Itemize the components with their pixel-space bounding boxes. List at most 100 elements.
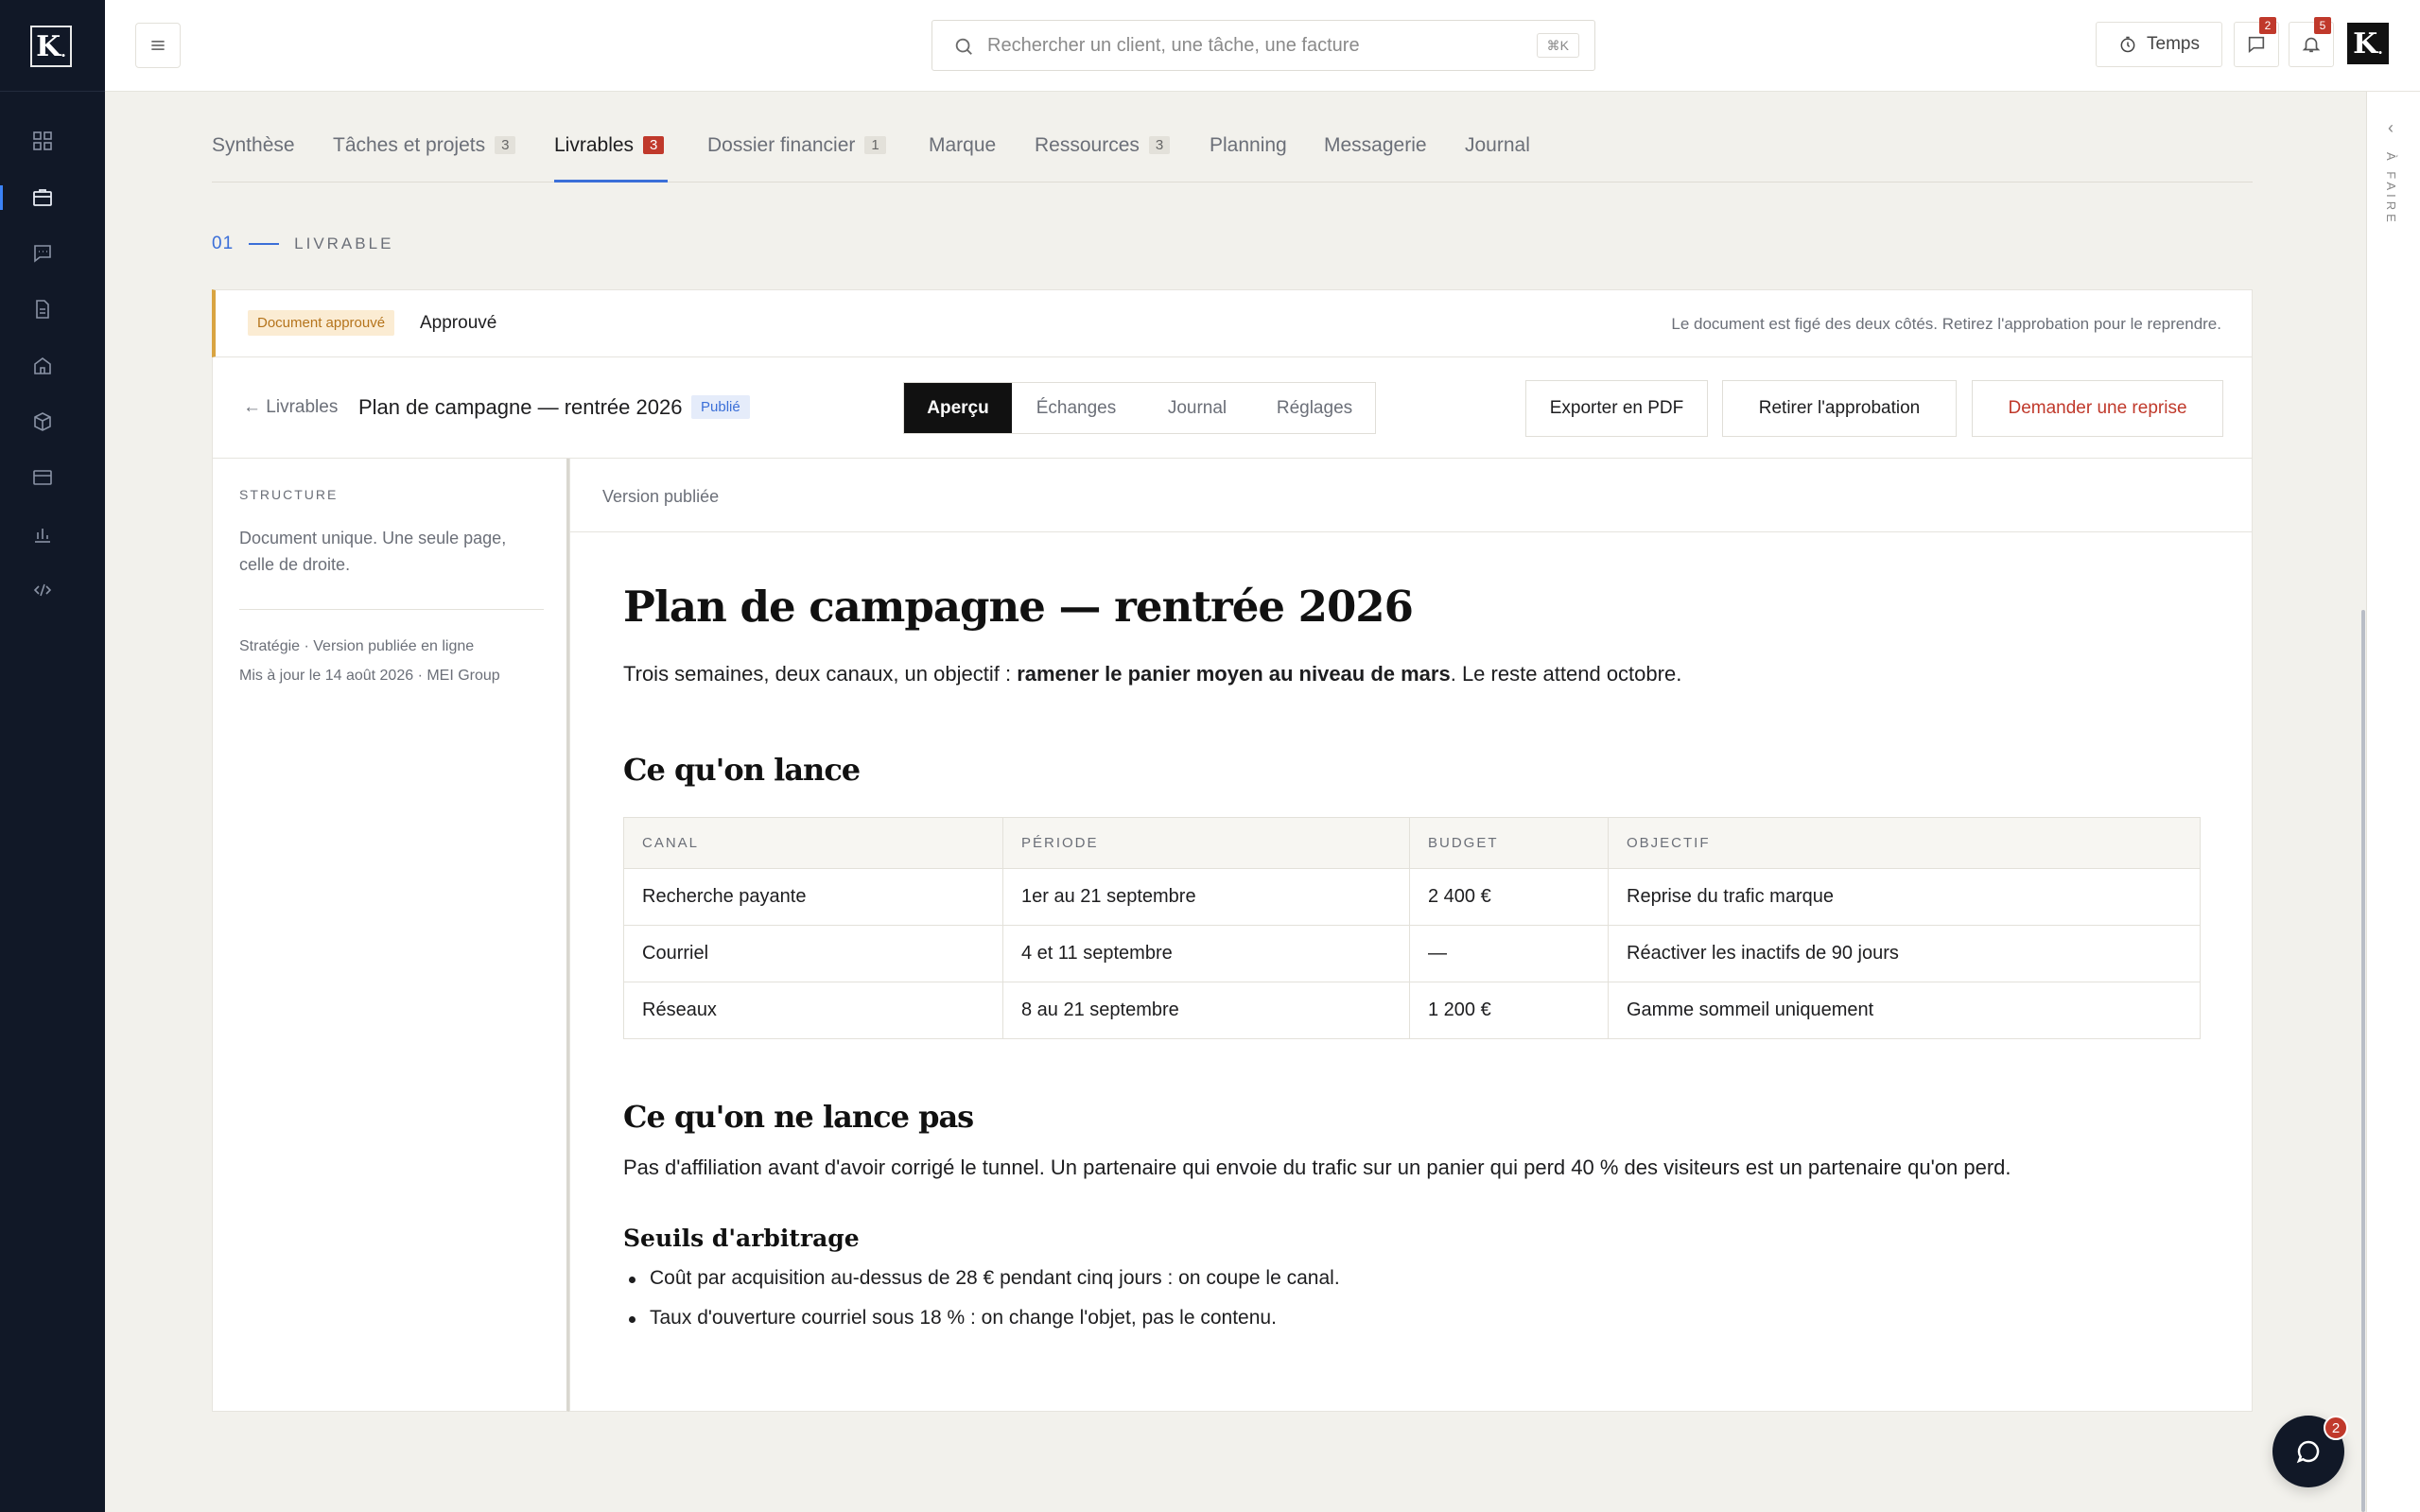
chat-bubble-icon xyxy=(2248,36,2265,54)
grid-icon[interactable] xyxy=(31,130,54,152)
heading-thresholds: Seuils d'arbitrage xyxy=(623,1225,860,1252)
table-cell: 4 et 11 septembre xyxy=(1002,925,1410,982)
approval-status: Approuvé xyxy=(420,313,497,333)
heading-launch: Ce qu'on lance xyxy=(623,752,861,788)
tab-marque[interactable]: Marque xyxy=(929,134,996,157)
table-cell: Reprise du trafic marque xyxy=(1608,868,2201,926)
menu-button[interactable] xyxy=(135,23,181,68)
chat-badge: 2 xyxy=(2324,1416,2348,1440)
code-icon[interactable] xyxy=(31,579,54,601)
col-periode: PÉRIODE xyxy=(1002,817,1410,869)
section-label: 01 LIVRABLE xyxy=(212,234,393,254)
tab-messagerie[interactable]: Messagerie xyxy=(1324,134,1427,157)
table-cell: 1 200 € xyxy=(1409,982,1609,1039)
doc-lead: Trois semaines, deux canaux, un objectif… xyxy=(623,662,1682,686)
todo-label: À FAIRE xyxy=(2384,152,2398,226)
tab-ressources[interactable]: Ressources 3 xyxy=(1035,134,1171,157)
segment-journal[interactable]: Journal xyxy=(1140,383,1254,433)
table-row: Réseaux 8 au 21 septembre 1 200 € Gamme … xyxy=(623,982,2201,1039)
tab-underline xyxy=(554,180,668,182)
document-content: Version publiée Plan de campagne — rentr… xyxy=(569,459,2253,1412)
table-cell: Gamme sommeil uniquement xyxy=(1608,982,2201,1039)
chat-icon xyxy=(2296,1440,2320,1464)
hamburger-icon xyxy=(151,41,165,50)
table-cell: Courriel xyxy=(623,925,1003,982)
col-budget: BUDGET xyxy=(1409,817,1609,869)
document-title: Plan de campagne — rentrée 2026 xyxy=(358,395,683,419)
doc-meta-updated: Mis à jour le 14 août 2026 · MEI Group xyxy=(239,668,500,684)
left-rail: K. xyxy=(0,0,105,1512)
tab-livrables[interactable]: Livrables 3 xyxy=(554,134,665,157)
col-objectif: OBJECTIF xyxy=(1608,817,2201,869)
timer-icon xyxy=(2120,36,2135,53)
table-header-row: CANAL PÉRIODE BUDGET OBJECTIF xyxy=(623,817,2201,869)
bell-icon xyxy=(2302,37,2321,53)
messages-button[interactable]: 2 xyxy=(2234,17,2279,67)
back-link[interactable]: ← Livrables xyxy=(243,397,338,418)
tab-synthese[interactable]: Synthèse xyxy=(212,134,295,157)
temps-button[interactable]: Temps xyxy=(2096,22,2222,67)
table-row: Recherche payante 1er au 21 septembre 2 … xyxy=(623,868,2201,926)
tab-taches[interactable]: Tâches et projets 3 xyxy=(333,134,516,157)
todo-rail[interactable]: ‹ À FAIRE xyxy=(2366,92,2420,1512)
list-item: Coût par acquisition au-dessus de 28 € p… xyxy=(623,1267,1340,1307)
search-input[interactable] xyxy=(987,30,1517,61)
heading-not-launch: Ce qu'on ne lance pas xyxy=(623,1099,974,1135)
active-indicator xyxy=(0,185,3,210)
chat-icon[interactable] xyxy=(31,242,54,265)
structure-heading: STRUCTURE xyxy=(239,487,339,502)
tab-journal[interactable]: Journal xyxy=(1465,134,1530,157)
divider xyxy=(239,609,544,610)
approval-note: Le document est figé des deux côtés. Ret… xyxy=(1671,315,2221,333)
view-switcher: Aperçu Échanges Journal Réglages xyxy=(903,382,1376,434)
client-tabs: Synthèse Tâches et projets 3 Livrables 3 D… xyxy=(212,123,2253,182)
tab-planning[interactable]: Planning xyxy=(1210,134,1287,157)
briefcase-icon[interactable] xyxy=(31,186,54,209)
logo[interactable]: K. xyxy=(30,26,72,67)
segment-reglages[interactable]: Réglages xyxy=(1254,383,1375,433)
scrollbar[interactable] xyxy=(2361,610,2365,1512)
table-cell: 1er au 21 septembre xyxy=(1002,868,1410,926)
thresholds-list: Coût par acquisition au-dessus de 28 € p… xyxy=(623,1267,1340,1347)
col-canal: CANAL xyxy=(623,817,1003,869)
document-icon[interactable] xyxy=(31,298,54,321)
section-title: LIVRABLE xyxy=(294,235,394,252)
tab-count: 1 xyxy=(864,136,886,154)
chevron-left-icon[interactable]: ‹ xyxy=(2388,118,2394,138)
table-cell: — xyxy=(1409,925,1609,982)
status-badge: Publié xyxy=(691,395,750,419)
table-cell: Réseaux xyxy=(623,982,1003,1039)
structure-panel: STRUCTURE Document unique. Une seule pag… xyxy=(212,459,569,1412)
building-icon[interactable] xyxy=(31,355,54,377)
doc-heading: Plan de campagne — rentrée 2026 xyxy=(623,582,1414,632)
table-cell: 2 400 € xyxy=(1409,868,1609,926)
search-icon xyxy=(955,38,972,55)
notifications-badge: 5 xyxy=(2314,17,2331,34)
doc-meta-type: Stratégie · Version publiée en ligne xyxy=(239,638,475,654)
tab-dossier-financier[interactable]: Dossier financier 1 xyxy=(707,134,886,157)
cube-icon[interactable] xyxy=(31,410,54,433)
segment-apercu[interactable]: Aperçu xyxy=(904,383,1012,433)
avatar[interactable]: K. xyxy=(2345,21,2391,66)
tab-count: 3 xyxy=(1148,136,1171,154)
section-number: 01 xyxy=(212,234,235,253)
chart-icon[interactable] xyxy=(31,523,54,546)
document-header: ← Livrables Plan de campagne — rentrée 2… xyxy=(212,357,2253,459)
request-rework-button[interactable]: Demander une reprise xyxy=(1972,380,2223,437)
chat-launcher-button[interactable]: 2 xyxy=(2272,1416,2348,1487)
section-rule xyxy=(249,243,280,245)
search-box[interactable]: ⌘K xyxy=(931,20,1595,71)
table-cell: Recherche payante xyxy=(623,868,1003,926)
card-icon[interactable] xyxy=(31,466,54,489)
notifications-button[interactable]: 5 xyxy=(2289,17,2334,67)
approval-banner: Document approuvé Approuvé Le document e… xyxy=(212,289,2253,357)
structure-description: Document unique. Une seule page, celle d… xyxy=(239,529,507,574)
withdraw-approval-button[interactable]: Retirer l'approbation xyxy=(1722,380,1957,437)
export-pdf-button[interactable]: Exporter en PDF xyxy=(1525,380,1708,437)
temps-label: Temps xyxy=(2147,34,2200,54)
campaign-table: CANAL PÉRIODE BUDGET OBJECTIF Recherche … xyxy=(623,817,2201,1039)
not-launch-text: Pas d'affiliation avant d'avoir corrigé … xyxy=(623,1156,2011,1179)
segment-echanges[interactable]: Échanges xyxy=(1012,383,1140,433)
table-row: Courriel 4 et 11 septembre — Réactiver l… xyxy=(623,925,2201,982)
top-bar: ⌘K Temps 2 5 K. xyxy=(105,0,2420,92)
